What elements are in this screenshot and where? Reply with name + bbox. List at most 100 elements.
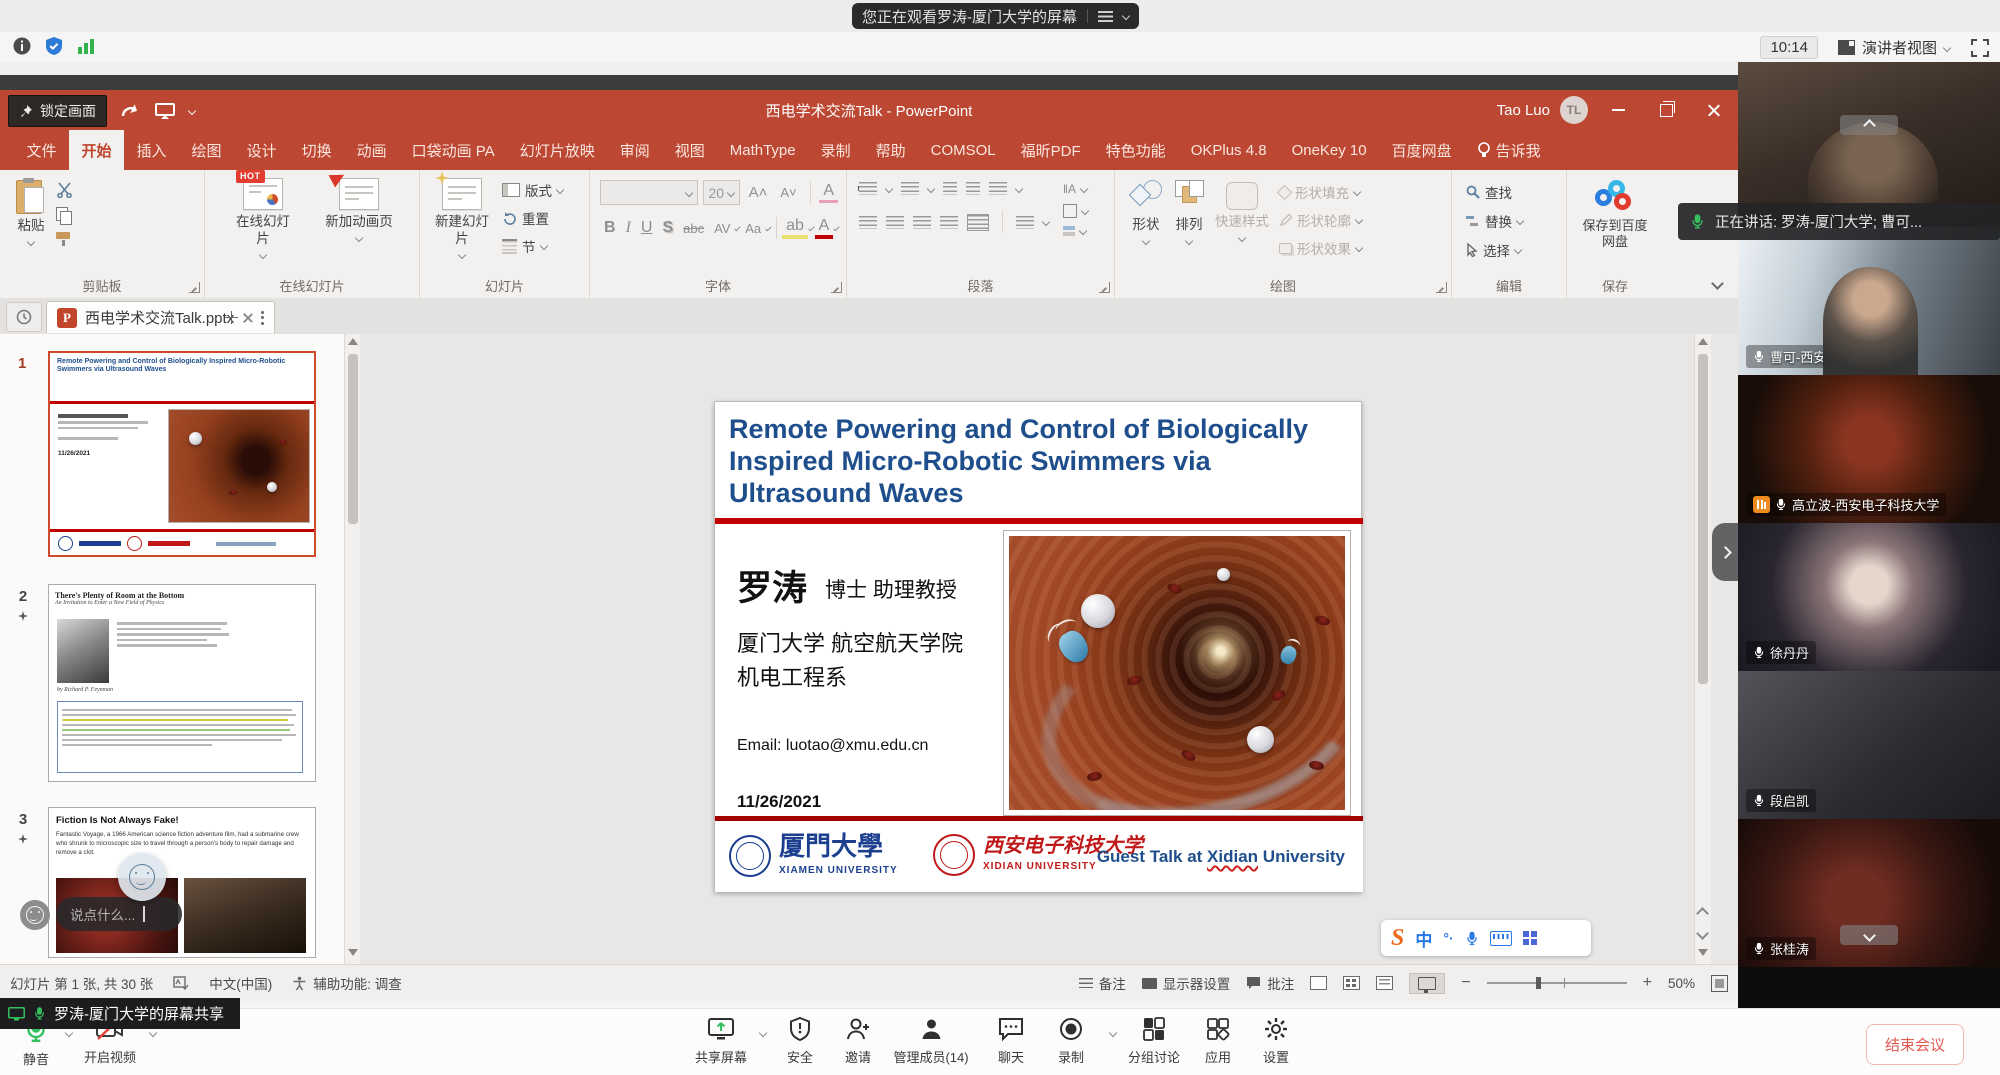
close-button[interactable] <box>1690 90 1738 130</box>
quick-styles-button[interactable]: 快速样式 <box>1215 170 1269 258</box>
layout-button[interactable]: 版式 <box>502 180 563 200</box>
collapse-ribbon-icon[interactable] <box>1711 277 1724 290</box>
arrange-button[interactable]: 排列 <box>1173 170 1205 258</box>
slideshow-view-button[interactable] <box>1409 973 1445 994</box>
sidebar-collapse-handle[interactable] <box>1712 523 1738 581</box>
shape-outline-button[interactable]: 形状轮廓 <box>1279 210 1362 230</box>
shape-effects-button[interactable]: 形状效果 <box>1279 238 1362 258</box>
italic-button[interactable]: I <box>622 219 635 237</box>
slideshow-qat-icon[interactable] <box>155 103 175 119</box>
tab-tell-me[interactable]: 告诉我 <box>1464 130 1553 170</box>
tab-animations[interactable]: 动画 <box>344 130 399 170</box>
comments-button[interactable]: 批注 <box>1246 973 1294 993</box>
participant-video[interactable]: 高立波-西安电子科技大学 <box>1738 375 2000 523</box>
strikethrough-button[interactable]: abc <box>679 221 708 236</box>
tab-record[interactable]: 录制 <box>808 130 863 170</box>
distribute-icon[interactable] <box>967 214 989 231</box>
network-signal-icon[interactable] <box>76 36 96 56</box>
sidebar-collapse-up-button[interactable] <box>1840 115 1898 135</box>
tab-okplus[interactable]: OKPlus 4.8 <box>1178 130 1279 170</box>
manage-members-button[interactable]: 管理成员(14) <box>893 1016 968 1066</box>
tab-review[interactable]: 审阅 <box>607 130 662 170</box>
replace-button[interactable]: 替换 <box>1466 211 1566 231</box>
fit-to-window-icon[interactable] <box>1711 975 1728 992</box>
spellcheck-icon[interactable] <box>173 976 189 991</box>
sidebar-scroll-down-button[interactable] <box>1840 925 1898 945</box>
text-direction-button[interactable]: ‖A <box>1063 182 1088 196</box>
display-settings-button[interactable]: 显示器设置 <box>1142 973 1231 993</box>
slide-canvas[interactable]: Remote Powering and Control of Biologica… <box>714 401 1362 892</box>
banner-caret-icon[interactable] <box>1122 12 1130 20</box>
grow-font-icon[interactable]: A˄ <box>745 184 772 201</box>
new-document-tab-button[interactable] <box>218 305 244 329</box>
participant-video-partial[interactable] <box>1738 967 2000 1008</box>
zoom-in-button[interactable]: + <box>1643 974 1652 992</box>
scroll-down-icon[interactable] <box>1698 949 1708 956</box>
tab-slideshow[interactable]: 幻灯片放映 <box>507 130 607 170</box>
clear-format-icon[interactable]: A <box>819 182 838 203</box>
meeting-shield-icon[interactable] <box>44 36 64 56</box>
account[interactable]: Tao Luo TL <box>1497 96 1588 124</box>
banner-menu-icon[interactable] <box>1098 11 1113 22</box>
cut-icon[interactable] <box>56 182 74 198</box>
tab-help[interactable]: 帮助 <box>863 130 918 170</box>
convert-smartart-button[interactable] <box>1063 226 1088 236</box>
lock-screen-tooltip[interactable]: 锁定画面 <box>8 95 107 127</box>
zoom-slider-thumb[interactable] <box>1536 977 1541 989</box>
avatar[interactable]: TL <box>1560 96 1588 124</box>
tab-insert[interactable]: 插入 <box>124 130 179 170</box>
align-left-icon[interactable] <box>859 216 877 229</box>
new-slide-button[interactable]: 新建幻灯片 <box>430 170 494 258</box>
end-meeting-button[interactable]: 结束会议 <box>1866 1024 1964 1065</box>
tab-transitions[interactable]: 切换 <box>289 130 344 170</box>
select-button[interactable]: 选择 <box>1466 240 1566 260</box>
find-button[interactable]: 查找 <box>1466 182 1566 202</box>
breakout-rooms-button[interactable]: 分组讨论 <box>1128 1016 1180 1066</box>
online-slides-button[interactable]: HOT 在线幻灯片 <box>223 170 303 258</box>
format-painter-icon[interactable] <box>56 232 72 246</box>
tab-onekey[interactable]: OneKey 10 <box>1279 130 1379 170</box>
recent-files-button[interactable] <box>6 302 42 332</box>
align-center-icon[interactable] <box>886 216 904 229</box>
qat-more-icon[interactable] <box>188 107 196 115</box>
highlight-color-button[interactable]: ab <box>782 217 808 239</box>
drawing-dialog-launcher[interactable] <box>1436 282 1447 293</box>
normal-view-button[interactable] <box>1310 976 1327 990</box>
scroll-up-icon[interactable] <box>1698 338 1708 345</box>
tab-home[interactable]: 开始 <box>69 130 124 170</box>
previous-slide-icon[interactable] <box>1696 907 1709 920</box>
security-button[interactable]: 安全 <box>787 1016 813 1066</box>
tab-comsol[interactable]: COMSOL <box>918 130 1008 170</box>
tab-pocket-animation[interactable]: 口袋动画 PA <box>399 130 507 170</box>
ime-toolbox-icon[interactable] <box>1523 931 1537 945</box>
scroll-up-icon[interactable] <box>348 338 358 345</box>
ime-mode-chinese[interactable]: 中 <box>1415 926 1432 951</box>
tab-special-features[interactable]: 特色功能 <box>1093 130 1178 170</box>
tab-foxit-pdf[interactable]: 福昕PDF <box>1008 130 1093 170</box>
quick-chat-input[interactable]: 说点什么... <box>56 897 182 931</box>
change-case-button[interactable]: Aa <box>741 221 765 236</box>
numbering-icon[interactable] <box>901 182 919 195</box>
ime-mic-icon[interactable] <box>1465 930 1479 947</box>
justify-icon[interactable] <box>940 216 958 229</box>
section-button[interactable]: 节 <box>502 236 563 256</box>
tab-baidu-netdisk[interactable]: 百度网盘 <box>1379 130 1464 170</box>
settings-button[interactable]: 设置 <box>1263 1016 1289 1066</box>
bold-button[interactable]: B <box>600 219 620 237</box>
scroll-down-icon[interactable] <box>348 949 358 956</box>
copy-icon[interactable] <box>56 207 71 223</box>
record-button[interactable]: 录制 <box>1058 1016 1084 1066</box>
tab-draw[interactable]: 绘图 <box>179 130 234 170</box>
sogou-logo[interactable]: S <box>1391 925 1404 952</box>
zoom-level[interactable]: 50% <box>1668 976 1695 991</box>
restore-button[interactable] <box>1642 90 1690 130</box>
chat-button[interactable]: 聊天 <box>998 1016 1024 1066</box>
slide-thumbnail-1[interactable]: Remote Powering and Control of Biologica… <box>48 351 316 557</box>
thumbnail-scrollbar[interactable] <box>344 334 361 964</box>
paragraph-dialog-launcher[interactable] <box>1099 282 1110 293</box>
fullscreen-icon[interactable] <box>1970 38 1990 58</box>
meeting-info-icon[interactable] <box>12 36 32 56</box>
slide-sorter-view-button[interactable] <box>1343 976 1360 990</box>
tab-mathtype[interactable]: MathType <box>717 130 808 170</box>
tab-view[interactable]: 视图 <box>662 130 717 170</box>
